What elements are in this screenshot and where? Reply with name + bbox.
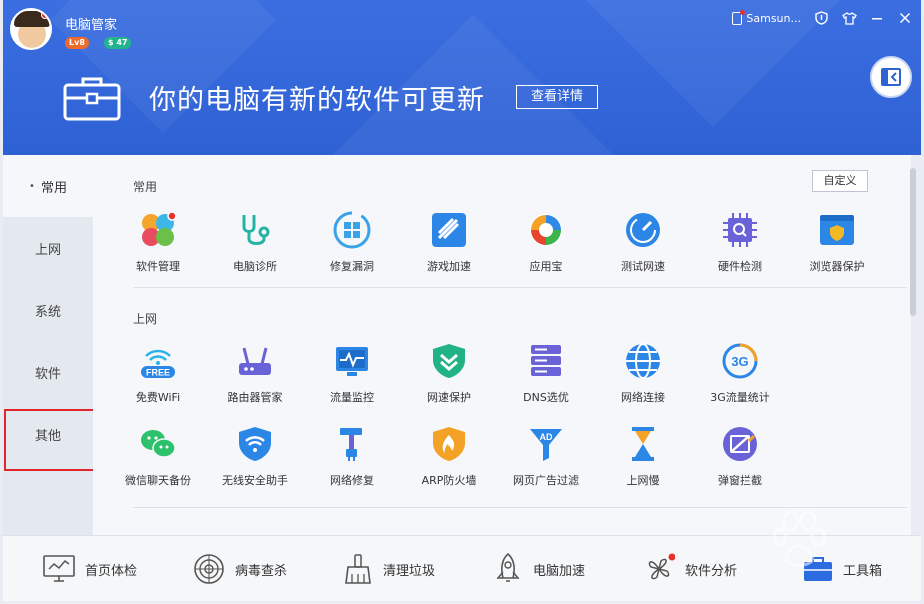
popup-block-icon bbox=[723, 427, 757, 461]
repair-windows-icon bbox=[333, 211, 371, 249]
broom-icon bbox=[345, 554, 371, 584]
toolbox-button[interactable]: 工具箱 bbox=[803, 536, 882, 602]
tool-router-manager[interactable]: 路由器管家 bbox=[207, 342, 303, 405]
sidebar-item-system[interactable]: 系统 bbox=[3, 279, 93, 341]
app-title: 电脑管家 bbox=[65, 18, 118, 33]
free-wifi-icon: FREE bbox=[141, 349, 175, 378]
header: 电脑管家 Lv8 $ 47 Samsun... 你的电脑有新的软件可更新 查看详… bbox=[3, 0, 921, 155]
tool-hardware-check[interactable]: 硬件检测 bbox=[692, 211, 788, 274]
tool-network-connection[interactable]: 网络连接 bbox=[595, 342, 691, 405]
tool-speed-test[interactable]: 测试网速 bbox=[595, 211, 691, 274]
toolbox-icon bbox=[63, 77, 121, 121]
tool-software-manager[interactable]: 软件管理 bbox=[110, 211, 206, 274]
globe-icon bbox=[626, 343, 660, 379]
view-details-button[interactable]: 查看详情 bbox=[516, 85, 598, 109]
virus-scan-button[interactable]: 病毒查杀 bbox=[193, 536, 287, 602]
section-title-common: 常用 bbox=[133, 180, 158, 194]
svg-text:AD: AD bbox=[540, 432, 553, 442]
sidebar-item-other[interactable]: 其他 bbox=[3, 403, 93, 465]
close-icon[interactable] bbox=[897, 10, 913, 26]
tool-popup-block[interactable]: 弹窗拦截 bbox=[692, 425, 788, 488]
radar-icon bbox=[194, 554, 224, 584]
scrollbar[interactable] bbox=[910, 168, 916, 316]
clean-junk-button[interactable]: 清理垃圾 bbox=[343, 536, 435, 602]
hammer-plug-icon bbox=[340, 428, 362, 461]
toolbox-icon bbox=[804, 557, 832, 581]
tool-game-boost[interactable]: 游戏加速 bbox=[401, 211, 497, 274]
sidebar: 常用 上网 系统 软件 其他 bbox=[3, 155, 93, 535]
tool-network-repair[interactable]: 网络修复 bbox=[304, 425, 400, 488]
headline: 你的电脑有新的软件可更新 bbox=[149, 85, 485, 116]
minimize-icon[interactable] bbox=[869, 10, 885, 26]
phone-icon bbox=[732, 9, 746, 25]
software-manager-icon bbox=[142, 211, 177, 246]
tool-app-store[interactable]: 应用宝 bbox=[498, 211, 594, 274]
wifi-shield-icon bbox=[239, 427, 271, 461]
speed-shield-icon bbox=[433, 344, 465, 378]
3g-stats-icon: 3G bbox=[722, 343, 758, 379]
monitor-chart-icon bbox=[43, 555, 75, 582]
tool-arp-firewall[interactable]: ARP防火墙 bbox=[401, 425, 497, 488]
chip-search-icon bbox=[723, 213, 757, 247]
tool-web-ad-filter[interactable]: AD 网页广告过滤 bbox=[498, 425, 594, 488]
bottom-toolbar: 首页体检 病毒查杀 清理垃圾 电脑加速 软件分析 工具箱 bbox=[3, 535, 921, 601]
sidebar-item-software[interactable]: 软件 bbox=[3, 341, 93, 403]
avatar[interactable] bbox=[10, 8, 52, 50]
skin-icon[interactable] bbox=[841, 10, 857, 26]
tool-wifi-security[interactable]: 无线安全助手 bbox=[207, 425, 303, 488]
sidebar-item-common[interactable]: 常用 bbox=[3, 155, 93, 217]
fan-icon bbox=[648, 553, 675, 580]
window-controls: Samsun... bbox=[732, 9, 913, 26]
divider bbox=[133, 507, 907, 508]
wechat-icon bbox=[141, 430, 176, 458]
tool-traffic-monitor[interactable]: 流量监控 bbox=[304, 342, 400, 405]
svg-text:FREE: FREE bbox=[146, 368, 170, 378]
stethoscope-icon bbox=[242, 215, 270, 245]
traffic-monitor-icon bbox=[336, 347, 368, 376]
sidebar-item-internet[interactable]: 上网 bbox=[3, 217, 93, 279]
svg-text:3G: 3G bbox=[731, 354, 748, 369]
tool-free-wifi[interactable]: FREE 免费WiFi bbox=[110, 342, 206, 405]
tool-repair-vulnerabilities[interactable]: 修复漏洞 bbox=[304, 211, 400, 274]
tool-slow-internet[interactable]: 上网慢 bbox=[595, 425, 691, 488]
shield-icon[interactable] bbox=[813, 10, 829, 26]
tool-panel: 常用 自定义 软件管理 电脑诊所 修复漏洞 游戏加速 应用宝 测试网速 硬件检测… bbox=[93, 155, 911, 535]
customize-button[interactable]: 自定义 bbox=[812, 170, 868, 192]
tool-wechat-backup[interactable]: 微信聊天备份 bbox=[110, 425, 206, 488]
dns-server-icon bbox=[531, 345, 561, 376]
home-checkup-button[interactable]: 首页体检 bbox=[43, 536, 137, 602]
tool-speed-protection[interactable]: 网速保护 bbox=[401, 342, 497, 405]
speed-up-button[interactable]: 电脑加速 bbox=[493, 536, 585, 602]
device-button[interactable]: Samsun... bbox=[732, 9, 801, 25]
game-boost-icon bbox=[432, 213, 466, 247]
level-badge[interactable]: Lv8 bbox=[65, 37, 89, 49]
rocket-icon bbox=[496, 552, 520, 582]
tool-browser-protection[interactable]: 浏览器保护 bbox=[789, 211, 885, 274]
money-badge[interactable]: $ 47 bbox=[104, 37, 132, 49]
ad-filter-icon: AD bbox=[530, 429, 562, 461]
tool-dns-optimize[interactable]: DNS选优 bbox=[498, 342, 594, 405]
tool-3g-traffic-stats[interactable]: 3G 3G流量统计 bbox=[692, 342, 788, 405]
device-name: Samsun... bbox=[746, 11, 801, 25]
browser-shield-icon bbox=[820, 215, 854, 245]
sidebar-toggle-button[interactable] bbox=[870, 56, 912, 98]
section-title-internet: 上网 bbox=[133, 312, 158, 326]
software-analysis-button[interactable]: 软件分析 bbox=[643, 536, 737, 602]
divider bbox=[133, 287, 907, 288]
firewall-icon bbox=[433, 427, 465, 461]
tool-pc-clinic[interactable]: 电脑诊所 bbox=[207, 211, 303, 274]
app-store-icon bbox=[530, 214, 562, 246]
hourglass-icon bbox=[632, 427, 654, 461]
panel-collapse-icon bbox=[881, 68, 901, 86]
router-icon bbox=[239, 347, 271, 375]
speedometer-icon bbox=[626, 213, 660, 247]
